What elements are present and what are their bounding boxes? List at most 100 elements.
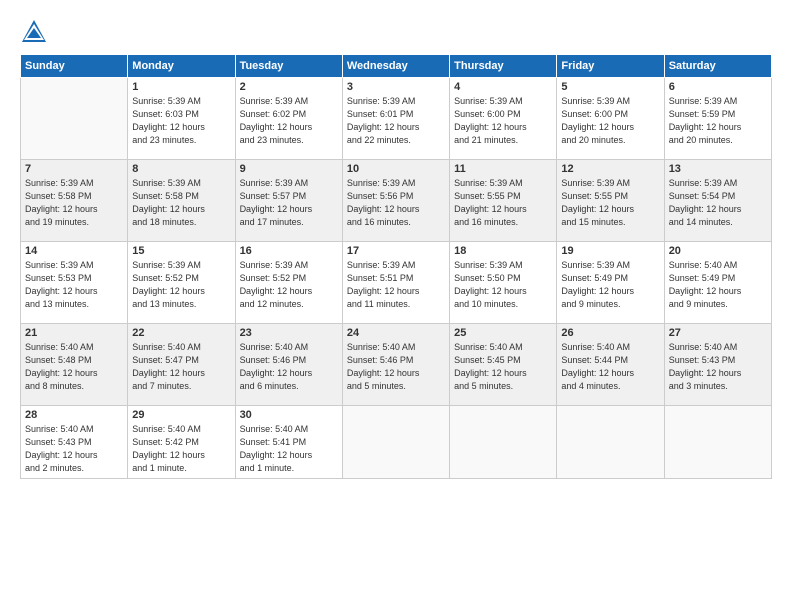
calendar-cell: 23Sunrise: 5:40 AMSunset: 5:46 PMDayligh… [235,324,342,406]
day-info-line: Daylight: 12 hours [669,122,742,132]
day-info-line: Sunset: 5:51 PM [347,273,414,283]
day-info-line: and 1 minute. [132,463,187,473]
day-info-line: Sunset: 5:41 PM [240,437,307,447]
day-info: Sunrise: 5:39 AMSunset: 5:59 PMDaylight:… [669,95,767,147]
day-info-line: and 6 minutes. [240,381,299,391]
day-info-line: Daylight: 12 hours [25,368,98,378]
day-info-line: Sunset: 5:50 PM [454,273,521,283]
day-info-line: and 10 minutes. [454,299,518,309]
day-info: Sunrise: 5:39 AMSunset: 5:58 PMDaylight:… [25,177,123,229]
day-info: Sunrise: 5:40 AMSunset: 5:44 PMDaylight:… [561,341,659,393]
day-info-line: Sunrise: 5:39 AM [25,260,94,270]
day-info-line: Daylight: 12 hours [240,204,313,214]
day-info-line: Sunset: 6:02 PM [240,109,307,119]
day-info-line: Sunrise: 5:39 AM [347,96,416,106]
calendar-cell: 25Sunrise: 5:40 AMSunset: 5:45 PMDayligh… [450,324,557,406]
day-info-line: Sunset: 5:52 PM [132,273,199,283]
calendar-cell: 19Sunrise: 5:39 AMSunset: 5:49 PMDayligh… [557,242,664,324]
calendar-cell: 2Sunrise: 5:39 AMSunset: 6:02 PMDaylight… [235,78,342,160]
day-number: 16 [240,245,338,257]
calendar-table: SundayMondayTuesdayWednesdayThursdayFrid… [20,54,772,479]
day-info-line: Sunrise: 5:39 AM [132,260,201,270]
day-info-line: Sunrise: 5:39 AM [561,178,630,188]
day-number: 10 [347,163,445,175]
day-number: 23 [240,327,338,339]
calendar-cell: 13Sunrise: 5:39 AMSunset: 5:54 PMDayligh… [664,160,771,242]
page-header [20,18,772,46]
day-info-line: Daylight: 12 hours [669,204,742,214]
day-info: Sunrise: 5:39 AMSunset: 5:57 PMDaylight:… [240,177,338,229]
day-info: Sunrise: 5:40 AMSunset: 5:42 PMDaylight:… [132,423,230,475]
day-info-line: Sunset: 6:01 PM [347,109,414,119]
calendar-cell: 4Sunrise: 5:39 AMSunset: 6:00 PMDaylight… [450,78,557,160]
calendar-cell: 22Sunrise: 5:40 AMSunset: 5:47 PMDayligh… [128,324,235,406]
day-info-line: Sunrise: 5:40 AM [454,342,523,352]
day-info: Sunrise: 5:39 AMSunset: 5:49 PMDaylight:… [561,259,659,311]
day-info-line: and 5 minutes. [454,381,513,391]
calendar-cell: 15Sunrise: 5:39 AMSunset: 5:52 PMDayligh… [128,242,235,324]
day-info-line: Sunset: 5:55 PM [454,191,521,201]
day-number: 3 [347,81,445,93]
day-info-line: Daylight: 12 hours [132,122,205,132]
day-info-line: and 23 minutes. [132,135,196,145]
day-info-line: Daylight: 12 hours [347,204,420,214]
day-info-line: Sunset: 5:42 PM [132,437,199,447]
day-number: 6 [669,81,767,93]
day-info: Sunrise: 5:39 AMSunset: 5:52 PMDaylight:… [132,259,230,311]
calendar-cell: 14Sunrise: 5:39 AMSunset: 5:53 PMDayligh… [21,242,128,324]
day-number: 20 [669,245,767,257]
day-info-line: and 19 minutes. [25,217,89,227]
calendar-cell: 26Sunrise: 5:40 AMSunset: 5:44 PMDayligh… [557,324,664,406]
day-info: Sunrise: 5:39 AMSunset: 6:01 PMDaylight:… [347,95,445,147]
day-info-line: Sunset: 5:53 PM [25,273,92,283]
day-info: Sunrise: 5:40 AMSunset: 5:41 PMDaylight:… [240,423,338,475]
calendar-cell: 21Sunrise: 5:40 AMSunset: 5:48 PMDayligh… [21,324,128,406]
day-info-line: and 13 minutes. [132,299,196,309]
calendar-cell: 5Sunrise: 5:39 AMSunset: 6:00 PMDaylight… [557,78,664,160]
day-info-line: Sunrise: 5:40 AM [669,260,738,270]
day-info-line: and 5 minutes. [347,381,406,391]
day-info-line: Sunrise: 5:39 AM [561,260,630,270]
day-info-line: Sunset: 5:58 PM [25,191,92,201]
day-info-line: and 17 minutes. [240,217,304,227]
day-number: 13 [669,163,767,175]
day-number: 9 [240,163,338,175]
day-info-line: Sunset: 5:43 PM [669,355,736,365]
day-info: Sunrise: 5:40 AMSunset: 5:48 PMDaylight:… [25,341,123,393]
day-info-line: Sunrise: 5:39 AM [669,178,738,188]
day-info-line: Sunset: 5:46 PM [347,355,414,365]
day-info-line: Sunset: 5:59 PM [669,109,736,119]
day-info-line: Sunset: 5:47 PM [132,355,199,365]
day-number: 5 [561,81,659,93]
day-number: 7 [25,163,123,175]
calendar-week-3: 14Sunrise: 5:39 AMSunset: 5:53 PMDayligh… [21,242,772,324]
calendar-header-sunday: Sunday [21,55,128,78]
day-info-line: Sunset: 6:03 PM [132,109,199,119]
day-info-line: Sunrise: 5:39 AM [25,178,94,188]
calendar-cell [664,406,771,479]
day-info: Sunrise: 5:40 AMSunset: 5:43 PMDaylight:… [669,341,767,393]
day-info-line: and 21 minutes. [454,135,518,145]
day-info-line: Sunrise: 5:39 AM [132,178,201,188]
calendar-header-wednesday: Wednesday [342,55,449,78]
day-info-line: Daylight: 12 hours [454,122,527,132]
calendar-cell: 7Sunrise: 5:39 AMSunset: 5:58 PMDaylight… [21,160,128,242]
day-info-line: and 16 minutes. [454,217,518,227]
day-info-line: Sunset: 5:58 PM [132,191,199,201]
day-info-line: Sunrise: 5:39 AM [240,260,309,270]
day-info-line: Sunrise: 5:40 AM [132,424,201,434]
day-info-line: Daylight: 12 hours [561,286,634,296]
day-info-line: Sunrise: 5:39 AM [454,96,523,106]
day-info-line: Sunrise: 5:39 AM [347,178,416,188]
day-info: Sunrise: 5:40 AMSunset: 5:45 PMDaylight:… [454,341,552,393]
day-info-line: Sunset: 5:52 PM [240,273,307,283]
logo [20,18,52,46]
day-info-line: Daylight: 12 hours [454,368,527,378]
day-info-line: Daylight: 12 hours [454,286,527,296]
day-info: Sunrise: 5:40 AMSunset: 5:49 PMDaylight:… [669,259,767,311]
calendar-cell [21,78,128,160]
day-info-line: and 4 minutes. [561,381,620,391]
day-info-line: Daylight: 12 hours [561,204,634,214]
day-number: 29 [132,409,230,421]
day-info-line: Daylight: 12 hours [561,368,634,378]
